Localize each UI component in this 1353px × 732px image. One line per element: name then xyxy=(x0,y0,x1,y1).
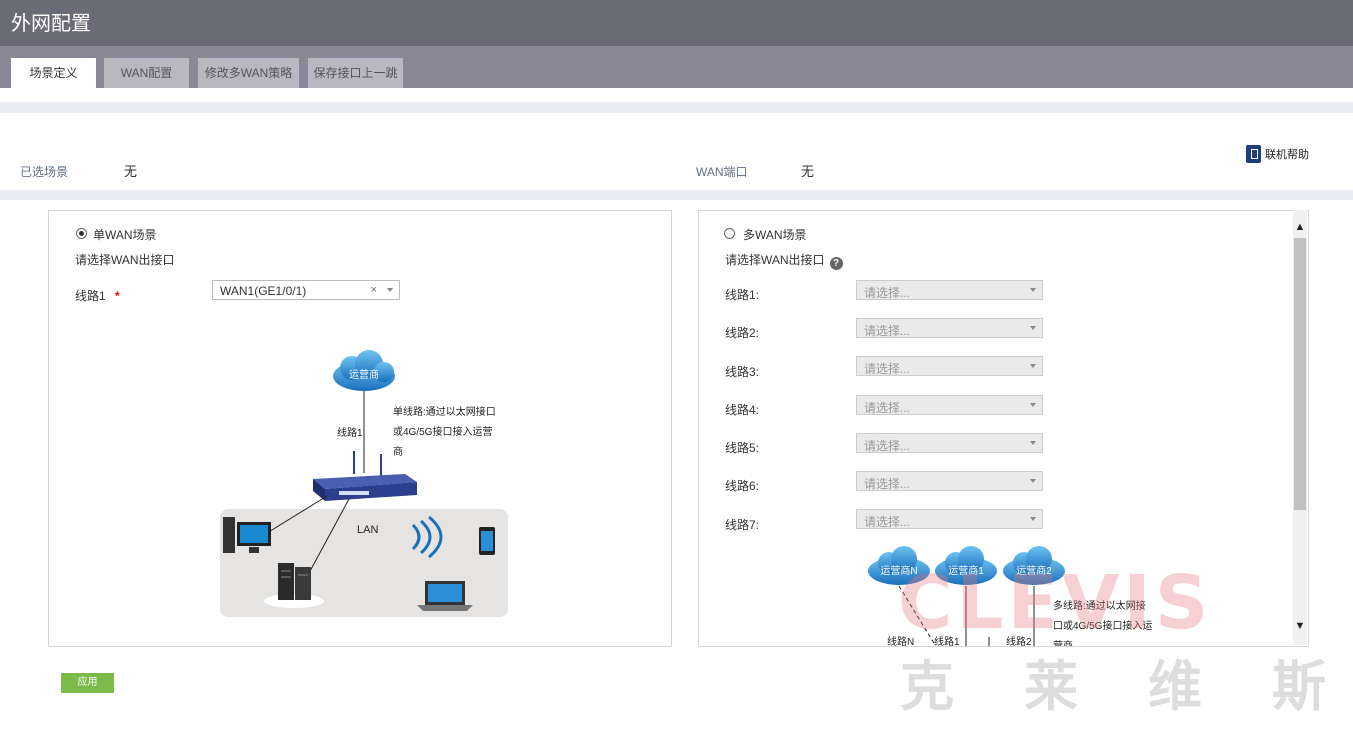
help-question-icon[interactable]: ? xyxy=(829,257,843,270)
clear-icon[interactable]: × xyxy=(371,284,377,296)
laptop-icon xyxy=(417,581,473,611)
desc-line-1: 单线路:通过以太网接口 xyxy=(393,405,496,418)
wan-port-label: WAN端口 xyxy=(696,165,748,179)
watermark-chinese: 克莱维斯 xyxy=(900,655,1353,718)
lan-label: LAN xyxy=(357,524,378,536)
divider-stripe xyxy=(0,102,1353,113)
chevron-down-icon xyxy=(1030,403,1036,407)
desc-line-3: 商 xyxy=(393,445,403,458)
online-help-label: 联机帮助 xyxy=(1265,149,1309,161)
chevron-down-icon xyxy=(1030,479,1036,483)
chevron-down-icon xyxy=(1030,364,1036,368)
multi-line-placeholder: 请选择... xyxy=(864,324,911,338)
multi-line-select[interactable]: 请选择... xyxy=(856,509,1043,529)
multi-line-select[interactable]: 请选择... xyxy=(856,395,1043,415)
multi-line-placeholder: 请选择... xyxy=(864,515,911,529)
required-mark: * xyxy=(115,289,120,303)
line1-select-value: WAN1(GE1/0/1) xyxy=(220,284,307,298)
multi-line-select[interactable]: 请选择... xyxy=(856,280,1043,300)
multi-line-placeholder: 请选择... xyxy=(864,439,911,453)
line1-select[interactable]: WAN1(GE1/0/1) × xyxy=(212,280,400,300)
scroll-down-icon[interactable]: ▼ xyxy=(1293,617,1307,635)
apply-button[interactable]: 应用 xyxy=(61,673,114,693)
multi-line-label: 线路5: xyxy=(725,441,760,455)
single-wan-radio[interactable] xyxy=(76,228,87,239)
wan-port-value: 无 xyxy=(801,164,815,179)
multi-line-label: 线路3: xyxy=(725,365,760,379)
scroll-thumb[interactable] xyxy=(1294,238,1306,510)
multi-line-label: 线路1: xyxy=(725,288,760,302)
tab-multi-wan-policy[interactable]: 修改多WAN策略 xyxy=(198,58,299,88)
multi-wan-label: 多WAN场景 xyxy=(743,228,807,242)
router-icon xyxy=(313,451,417,501)
multi-wan-radio[interactable] xyxy=(724,228,735,239)
chevron-down-icon xyxy=(1030,288,1036,292)
multi-line-label: 线路4: xyxy=(725,403,760,417)
multi-line-placeholder: 请选择... xyxy=(864,362,911,376)
multi-wan-scrollbar[interactable]: ▲ ▼ xyxy=(1293,210,1307,645)
tab-scene-definition[interactable]: 场景定义 xyxy=(11,58,96,88)
line1-diagram-label: 线路1 xyxy=(337,426,363,439)
multi-line-placeholder: 请选择... xyxy=(864,286,911,300)
title-bar: 外网配置 xyxy=(0,0,1353,46)
selected-scene-label: 已选场景 xyxy=(20,165,69,179)
multi-line-select[interactable]: 请选择... xyxy=(856,318,1043,338)
multi-line-select[interactable]: 请选择... xyxy=(856,356,1043,376)
multi-line-select[interactable]: 请选择... xyxy=(856,433,1043,453)
single-wan-diagram: 运营商 线路1 单线路:通过以太网接口 或4G/5G接口接入运营 商 LAN xyxy=(220,350,508,617)
multi-line-label: 线路2: xyxy=(725,326,760,340)
page-title: 外网配置 xyxy=(11,13,91,35)
line1-label: 线路1 * xyxy=(75,287,120,304)
isp-label: 运营商 xyxy=(349,368,379,381)
multi-line-select[interactable]: 请选择... xyxy=(856,471,1043,491)
desc-line-2: 或4G/5G接口接入运营 xyxy=(393,425,492,438)
scroll-up-icon[interactable]: ▲ xyxy=(1293,218,1307,236)
chevron-down-icon xyxy=(1030,517,1036,521)
multi-wan-prompt-row: 请选择WAN出接口? xyxy=(725,251,843,270)
single-wan-prompt: 请选择WAN出接口 xyxy=(75,253,175,267)
single-wan-label: 单WAN场景 xyxy=(93,228,157,242)
tab-wan-config[interactable]: WAN配置 xyxy=(104,58,189,88)
multi-wan-prompt: 请选择WAN出接口 xyxy=(725,253,825,267)
chevron-down-icon xyxy=(1030,326,1036,330)
multi-line-placeholder: 请选择... xyxy=(864,401,911,415)
multi-line-placeholder: 请选择... xyxy=(864,477,911,491)
online-help-button[interactable]: 联机帮助 xyxy=(1246,145,1309,163)
help-book-icon xyxy=(1246,145,1261,163)
multi-line-label: 线路6: xyxy=(725,479,760,493)
multi-line-label: 线路7: xyxy=(725,518,760,532)
chevron-down-icon xyxy=(1030,441,1036,445)
tab-bar: 场景定义 WAN配置 修改多WAN策略 保存接口上一跳 xyxy=(0,46,1353,88)
line1-label-text: 线路1 xyxy=(75,289,106,303)
tab-save-next-hop[interactable]: 保存接口上一跳 xyxy=(308,58,403,88)
divider-stripe xyxy=(0,190,1353,200)
mobile-phone-icon xyxy=(479,527,495,555)
watermark-brand: CLEVIS xyxy=(898,560,1213,646)
single-wan-panel: 单WAN场景 请选择WAN出接口 线路1 * WAN1(GE1/0/1) × 运… xyxy=(48,210,672,647)
selected-scene-value: 无 xyxy=(124,164,138,179)
chevron-down-icon xyxy=(387,288,393,292)
